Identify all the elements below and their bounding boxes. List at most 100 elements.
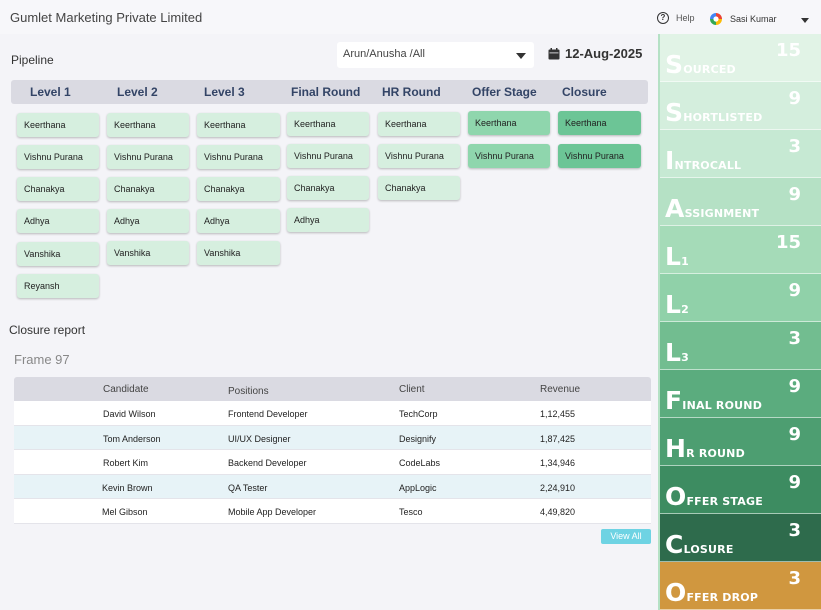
tile-label: OFFER DROP <box>665 578 759 607</box>
summary-tile-l1[interactable]: L1 15 <box>660 226 821 274</box>
summary-tile-sourced[interactable]: SOURCED 15 <box>660 34 821 82</box>
cell-client: CodeLabs <box>399 458 441 468</box>
candidate-card[interactable]: Vishnu Purana <box>558 144 641 168</box>
cell-candidate: Kevin Brown <box>102 482 153 493</box>
tile-count: 3 <box>788 568 801 589</box>
candidate-card[interactable]: Keerthana <box>378 112 460 136</box>
candidate-card[interactable]: Adhya <box>197 209 280 233</box>
stage-header-level-3: Level 3 <box>204 85 245 99</box>
tile-label: HR ROUND <box>665 434 745 463</box>
candidate-card[interactable]: Chanakya <box>378 176 460 200</box>
column-header-candidate: Candidate <box>103 384 149 395</box>
tile-label: INTROCALL <box>665 146 742 175</box>
candidate-card[interactable]: Vishnu Purana <box>378 144 460 168</box>
stage-summary-sidebar: SOURCED 15 SHORTLISTED 9 INTROCALL 3 ASS… <box>658 34 821 610</box>
candidate-card[interactable]: Adhya <box>287 208 369 232</box>
tile-count: 9 <box>788 184 801 205</box>
summary-tile-l3[interactable]: L3 3 <box>660 322 821 370</box>
cell-candidate: David Wilson <box>103 409 156 419</box>
candidate-card[interactable]: Chanakya <box>17 177 99 201</box>
table-row[interactable]: Mel Gibson Mobile App Developer Tesco 4,… <box>14 499 651 524</box>
help-label: Help <box>676 13 695 23</box>
candidate-card[interactable]: Vanshika <box>107 241 189 265</box>
candidate-card[interactable]: Chanakya <box>107 177 189 201</box>
view-all-button[interactable]: View All <box>601 529 651 544</box>
table-header: Candidate Positions Client Revenue <box>14 377 651 401</box>
summary-tile-assignment[interactable]: ASSIGNMENT 9 <box>660 178 821 226</box>
cell-revenue: 1,12,455 <box>540 409 576 419</box>
tile-label: L2 <box>665 290 689 319</box>
cell-candidate: Tom Anderson <box>103 433 161 444</box>
tile-count: 9 <box>788 376 801 397</box>
candidate-card[interactable]: Adhya <box>107 209 189 233</box>
help-link[interactable]: ? Help <box>657 12 695 24</box>
candidate-card[interactable]: Vishnu Purana <box>197 145 280 169</box>
cell-revenue: 2,24,910 <box>540 482 576 493</box>
summary-tile-shortlisted[interactable]: SHORTLISTED 9 <box>660 82 821 130</box>
stage-header-offer-stage: Offer Stage <box>472 85 537 99</box>
user-menu[interactable]: Sasi Kumar <box>709 12 777 26</box>
candidate-card[interactable]: Keerthana <box>468 111 550 135</box>
table-row[interactable]: Tom Anderson UI/UX Designer Designify 1,… <box>14 425 651 450</box>
date-display[interactable]: 12-Aug-2025 <box>548 46 642 61</box>
cell-client: TechCorp <box>399 409 438 419</box>
candidate-card[interactable]: Keerthana <box>558 111 641 135</box>
tile-label: L1 <box>665 242 689 271</box>
table-row[interactable]: Robert Kim Backend Developer CodeLabs 1,… <box>14 450 651 475</box>
cell-client: Designify <box>399 433 437 444</box>
stage-header-level-1: Level 1 <box>30 85 71 99</box>
summary-tile-introcall[interactable]: INTROCALL 3 <box>660 130 821 178</box>
summary-tile-l2[interactable]: L2 9 <box>660 274 821 322</box>
summary-tile-offer-stage[interactable]: OFFER STAGE 9 <box>660 466 821 514</box>
pipeline-title: Pipeline <box>11 53 54 67</box>
tile-count: 15 <box>775 40 801 61</box>
summary-tile-offer-drop[interactable]: OFFER DROP 3 <box>660 562 821 610</box>
cell-revenue: 1,34,946 <box>540 458 576 468</box>
summary-tile-final-round[interactable]: FINAL ROUND 9 <box>660 370 821 418</box>
tile-count: 9 <box>788 472 801 493</box>
tile-count: 3 <box>788 328 801 349</box>
cell-candidate: Robert Kim <box>103 458 149 468</box>
candidate-card[interactable]: Adhya <box>17 209 99 233</box>
tile-label: SOURCED <box>665 50 736 79</box>
tile-label: FINAL ROUND <box>665 386 763 415</box>
cell-client: Tesco <box>399 507 423 517</box>
cell-revenue: 4,49,820 <box>540 507 576 517</box>
tile-count: 3 <box>788 136 801 157</box>
stage-header-level-2: Level 2 <box>117 85 158 99</box>
candidate-card[interactable]: Keerthana <box>287 112 369 136</box>
candidate-card[interactable]: Vishnu Purana <box>17 145 99 169</box>
candidate-card[interactable]: Chanakya <box>197 177 280 201</box>
cell-position: Frontend Developer <box>228 409 308 419</box>
calendar-icon <box>548 47 560 59</box>
candidate-card[interactable]: Vanshika <box>197 241 280 265</box>
summary-tile-closure[interactable]: CLOSURE 3 <box>660 514 821 562</box>
table-row[interactable]: Kevin Brown QA Tester AppLogic 2,24,910 <box>14 474 651 499</box>
company-name: Gumlet Marketing Private Limited <box>10 10 203 25</box>
tile-label: CLOSURE <box>665 530 734 559</box>
candidate-card[interactable]: Reyansh <box>17 274 99 298</box>
candidate-card[interactable]: Vishnu Purana <box>287 144 369 168</box>
chevron-down-icon <box>516 53 526 59</box>
candidate-card[interactable]: Keerthana <box>197 113 280 137</box>
column-header-positions: Positions <box>228 386 269 397</box>
candidate-card[interactable]: Vanshika <box>17 242 99 266</box>
candidate-card[interactable]: Vishnu Purana <box>107 145 189 169</box>
chevron-down-icon[interactable] <box>801 18 809 23</box>
candidate-card[interactable]: Chanakya <box>287 176 369 200</box>
stage-header-row: Level 1 Level 2 Level 3 Final Round HR R… <box>11 80 648 104</box>
cell-position: UI/UX Designer <box>228 433 291 444</box>
candidate-card[interactable]: Vishnu Purana <box>468 144 550 168</box>
candidate-card[interactable]: Keerthana <box>107 113 189 137</box>
closure-table: Candidate Positions Client Revenue David… <box>14 377 651 524</box>
user-name: Sasi Kumar <box>730 14 777 24</box>
cell-client: AppLogic <box>399 482 437 493</box>
table-row[interactable]: David Wilson Frontend Developer TechCorp… <box>14 401 651 426</box>
summary-tile-hr-round[interactable]: HR ROUND 9 <box>660 418 821 466</box>
candidate-card[interactable]: Keerthana <box>17 113 99 137</box>
recruiter-select[interactable]: Arun/Anusha /All <box>337 42 534 68</box>
tile-label: L3 <box>665 338 689 367</box>
date-value: 12-Aug-2025 <box>565 46 643 61</box>
tile-count: 9 <box>788 280 801 301</box>
cell-position: Backend Developer <box>228 458 307 468</box>
